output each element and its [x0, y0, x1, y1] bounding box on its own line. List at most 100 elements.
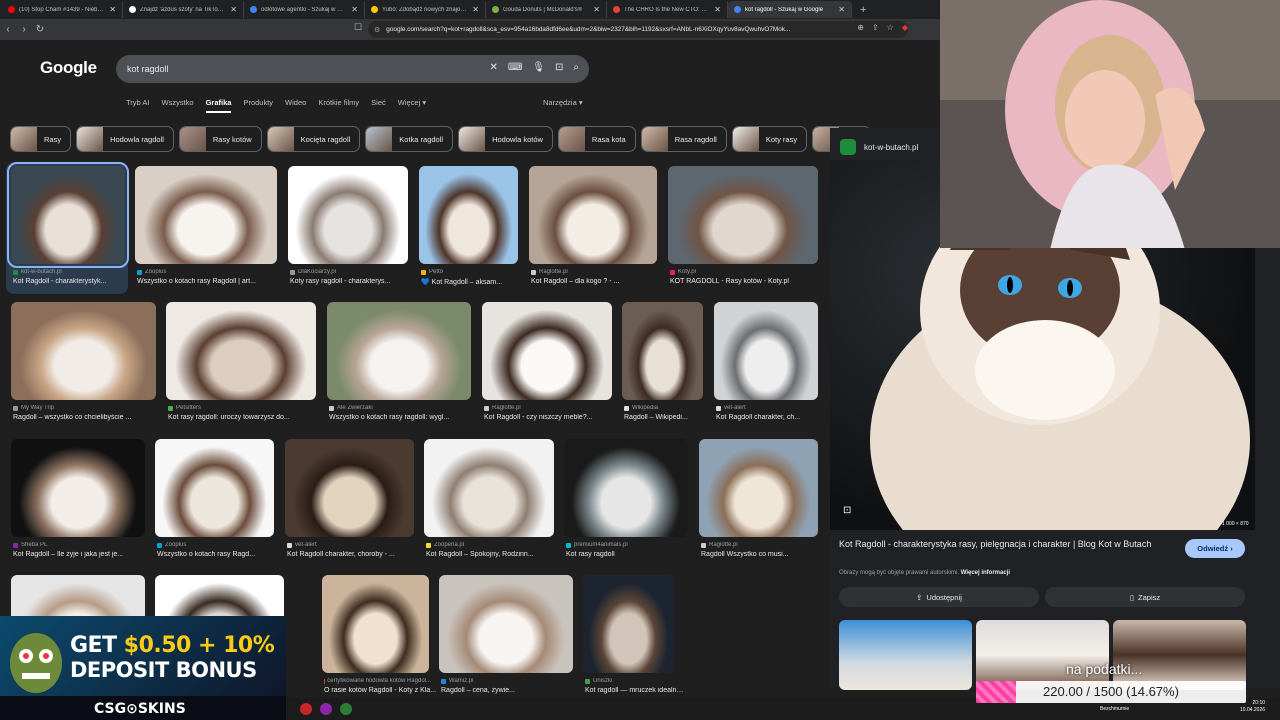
result-thumbnail[interactable]	[668, 166, 818, 264]
result-source[interactable]: Zooplus	[157, 542, 276, 548]
result-title[interactable]: Kot Ragdoll – Ile żyje i jaka jest je...	[13, 551, 155, 558]
close-icon[interactable]: ✕	[472, 5, 479, 14]
result-thumbnail[interactable]	[699, 439, 818, 537]
result-title[interactable]: Kot Ragdoll - charakterystyk...	[13, 278, 135, 285]
clear-icon[interactable]: ✕	[489, 62, 497, 73]
related-image[interactable]	[1113, 620, 1246, 690]
result-title[interactable]: Kot Ragdoll charakter, ch...	[716, 414, 828, 421]
panel-source[interactable]: kot-w-butach.pl	[840, 139, 918, 155]
visual-search-icon[interactable]: ⊡	[843, 505, 851, 516]
result-thumbnail[interactable]	[564, 439, 688, 537]
lens-icon[interactable]: ⊡	[555, 62, 563, 73]
result-source[interactable]: certyfikowane hodowla kotów Ragdol...	[324, 678, 431, 684]
result-thumbnail[interactable]	[322, 575, 429, 673]
close-icon[interactable]: ✕	[593, 5, 600, 14]
browser-tab[interactable]: Yubo: Zdobądź nowych znajomych - ...✕	[365, 1, 486, 18]
extension-icon[interactable]: ◆	[902, 23, 908, 32]
result-title[interactable]: Koty rasy ragdoll - charakterys...	[290, 278, 418, 285]
result-source[interactable]: vet-alert	[716, 405, 820, 411]
result-source[interactable]: Ale Zwierzaki	[329, 405, 473, 411]
result-source[interactable]: Sheba PL	[13, 542, 147, 548]
result-source[interactable]: Petsitters	[168, 405, 318, 411]
address-bar[interactable]: ⚙ google.com/search?q=kot+ragdoll&sca_es…	[368, 21, 908, 38]
result-source[interactable]: Raglotte.pl	[484, 405, 614, 411]
google-logo[interactable]: Google	[40, 58, 97, 78]
result-title[interactable]: Kot Ragdoll – Spokojny, Rodzinn...	[426, 551, 564, 558]
refinement-chip[interactable]: Hodowla ragdoll	[76, 126, 174, 152]
result-source[interactable]: Koty.pl	[670, 269, 820, 275]
bookmark-icon[interactable]: ☐	[354, 22, 362, 33]
result-title[interactable]: Kot Ragdoll - czy niszczy meble?...	[484, 414, 622, 421]
browser-tab[interactable]: Gouda Donuts | McDonald's® ✕	[486, 1, 607, 18]
related-image[interactable]	[839, 620, 972, 690]
tab-krótkie-filmy[interactable]: Krótkie filmy	[318, 98, 359, 113]
result-title[interactable]: Kot rasy ragdoll: uroczy towarzysz do...	[168, 414, 326, 421]
search-query[interactable]: kot ragdoll	[127, 64, 169, 74]
keyboard-icon[interactable]: ⌨	[508, 62, 522, 73]
result-title[interactable]: Kot Ragdoll charakter, choroby - ...	[287, 551, 424, 558]
reload-icon[interactable]: ↻	[32, 24, 48, 35]
result-thumbnail[interactable]	[622, 302, 703, 400]
result-thumbnail[interactable]	[288, 166, 408, 264]
visit-button[interactable]: Odwiedź ›	[1185, 539, 1245, 558]
result-thumbnail[interactable]	[285, 439, 414, 537]
result-source[interactable]: Uniszki	[585, 678, 676, 684]
result-title[interactable]: Ragdoll – wszystko co chcielibyście ...	[13, 414, 166, 421]
result-thumbnail[interactable]	[135, 166, 277, 264]
result-title[interactable]: Ragdoll – cena, żywie...	[441, 687, 583, 694]
new-tab-icon[interactable]: +	[852, 4, 866, 16]
refinement-chip[interactable]: Rasa kota	[557, 126, 636, 152]
result-thumbnail[interactable]	[7, 162, 129, 268]
close-icon[interactable]: ✕	[351, 5, 358, 14]
browser-tab[interactable]: kot ragdoll - Szukaj w Google ✕	[728, 1, 852, 18]
search-box[interactable]: kot ragdoll ✕ ⌨ 🎙 ⊡ ⌕	[116, 55, 589, 83]
result-thumbnail[interactable]	[166, 302, 316, 400]
result-title[interactable]: Ragdoll Wszystko co musi...	[701, 551, 828, 558]
tab-grafika[interactable]: Grafika	[205, 98, 232, 113]
result-thumbnail[interactable]	[155, 439, 274, 537]
back-icon[interactable]: ‹	[0, 24, 16, 35]
tab-sieć[interactable]: Sieć	[371, 98, 386, 113]
zoom-icon[interactable]: ⊕	[857, 23, 864, 32]
result-thumbnail[interactable]	[11, 439, 145, 537]
tab-wszystko[interactable]: Wszystko	[161, 98, 193, 113]
save-button[interactable]: ▯ Zapisz	[1045, 587, 1245, 607]
browser-tab[interactable]: Znajdź 'azdus szoty' na TikTok | Wyszu..…	[123, 1, 244, 18]
browser-tab[interactable]: The CHRO Is the New CTO: Leading ...✕	[607, 1, 728, 18]
refinement-chip[interactable]: Kocięta ragdoll	[266, 126, 361, 152]
share-button[interactable]: ⇪ Udostępnij	[839, 587, 1039, 607]
browser-tab[interactable]: (10) Stop Cham #1439 - Niebezpiecz...✕	[2, 1, 123, 18]
result-title[interactable]: 💙 Kot Ragdoll – aksam...	[421, 278, 528, 286]
result-thumbnail[interactable]	[327, 302, 471, 400]
related-image[interactable]	[976, 620, 1109, 690]
result-source[interactable]: Raglotte.pl	[701, 542, 820, 548]
result-title[interactable]: O rasie kotów Ragdoll - Koty z Kla...	[324, 687, 439, 694]
result-source[interactable]: Wamiz.pl	[441, 678, 575, 684]
result-title[interactable]: Kot Ragdoll – dla kogo ? - ...	[531, 278, 667, 285]
result-source[interactable]: Petto	[421, 269, 520, 275]
refinement-chip[interactable]: Hodowla kotów	[458, 126, 553, 152]
tab-produkty[interactable]: Produkty	[243, 98, 273, 113]
result-source[interactable]: My Way Trip	[13, 405, 158, 411]
tools-menu[interactable]: Narzędzia ▾	[543, 98, 583, 107]
refinement-chip[interactable]: Koty rasy	[731, 126, 808, 152]
close-icon[interactable]: ✕	[109, 5, 116, 14]
result-title[interactable]: Kot ragdoll — mruczek idealny? S...	[585, 687, 684, 694]
close-icon[interactable]: ✕	[230, 5, 237, 14]
browser-tab[interactable]: odlotowe agentki - Szukaj w Google ✕	[244, 1, 365, 18]
star-icon[interactable]: ☆	[887, 23, 894, 32]
tab-tryb-ai[interactable]: Tryb AI	[126, 98, 149, 113]
result-source[interactable]: premium4animals.pl	[566, 542, 690, 548]
result-title[interactable]: Wszystko o kotach rasy Ragd...	[157, 551, 284, 558]
result-thumbnail[interactable]	[424, 439, 554, 537]
result-title[interactable]: Kot rasy ragdoll	[566, 551, 698, 558]
result-thumbnail[interactable]	[583, 575, 674, 673]
result-source[interactable]: Zooplus	[137, 269, 279, 275]
result-title[interactable]: Ragdoll – Wikipedi...	[624, 414, 713, 421]
result-thumbnail[interactable]	[714, 302, 818, 400]
refinement-chip[interactable]: Kotka ragdoll	[365, 126, 454, 152]
result-title[interactable]: Wszystko o kotach rasy ragdoll: wygl...	[329, 414, 481, 421]
panel-title[interactable]: Kot Ragdoll - charakterystyka rasy, piel…	[839, 538, 1179, 550]
result-title[interactable]: KOT RAGDOLL - Rasy kotów - Koty.pl	[670, 278, 828, 285]
share-icon[interactable]: ⇪	[872, 23, 879, 32]
